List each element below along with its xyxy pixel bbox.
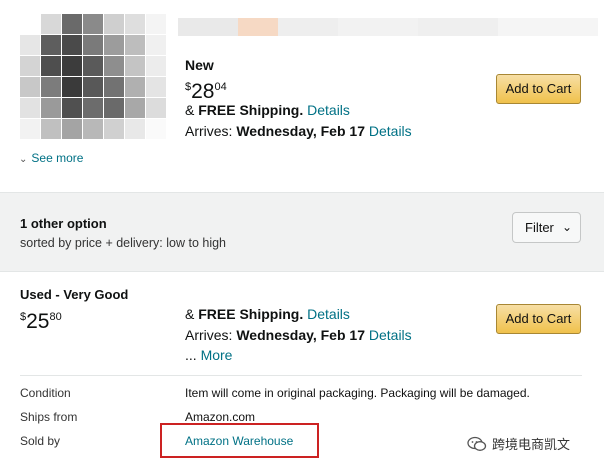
sold-by-label: Sold by: [20, 434, 61, 448]
arrives-label: Arrives:: [185, 327, 237, 343]
wechat-icon: [467, 436, 487, 451]
arrives-label: Arrives:: [185, 123, 237, 139]
more-line: ... More: [185, 347, 232, 363]
thumb-pixel: [20, 77, 40, 97]
arrives-date: Wednesday, Feb 17: [236, 123, 365, 139]
options-count: 1 other option: [20, 216, 107, 231]
thumb-pixel: [62, 77, 82, 97]
shipping-details-link[interactable]: Details: [307, 306, 350, 322]
filter-button[interactable]: Filter ⌄: [512, 212, 581, 243]
shipping-details-link[interactable]: Details: [307, 102, 350, 118]
arrival-details-link[interactable]: Details: [369, 123, 412, 139]
price-new: $2804: [185, 76, 227, 103]
thumb-pixel: [146, 77, 166, 97]
see-more-link[interactable]: See more: [31, 151, 83, 165]
thumb-pixel: [20, 14, 40, 34]
condition-value: Item will come in original packaging. Pa…: [185, 386, 530, 400]
thumb-pixel: [104, 14, 124, 34]
price-fraction: 80: [49, 311, 62, 323]
thumb-pixel: [104, 98, 124, 118]
thumb-pixel: [41, 35, 61, 55]
thumb-pixel: [146, 35, 166, 55]
more-link[interactable]: More: [201, 347, 233, 363]
free-shipping-label: FREE Shipping.: [198, 306, 304, 322]
product-image[interactable]: [20, 14, 166, 140]
thumb-pixel: [41, 119, 61, 139]
thumb-pixel: [83, 35, 103, 55]
arrives-date: Wednesday, Feb 17: [236, 327, 365, 343]
price-fraction: 04: [214, 81, 227, 93]
thumb-pixel: [104, 56, 124, 76]
other-options-header: 1 other option sorted by price + deliver…: [0, 192, 604, 272]
price-whole: 28: [191, 80, 215, 103]
chevron-down-icon: ⌄: [19, 154, 28, 165]
thumb-pixel: [146, 98, 166, 118]
price-whole: 25: [26, 310, 50, 333]
thumb-pixel: [62, 35, 82, 55]
thumb-pixel: [41, 14, 61, 34]
thumb-pixel: [104, 35, 124, 55]
thumb-pixel: [62, 119, 82, 139]
thumb-pixel: [83, 119, 103, 139]
thumb-pixel: [20, 35, 40, 55]
ships-from-value: Amazon.com: [185, 410, 256, 424]
more-prefix: ...: [185, 347, 201, 363]
watermark: 跨境电商凯文: [467, 434, 570, 453]
thumb-pixel: [62, 14, 82, 34]
arrival-details-link[interactable]: Details: [369, 327, 412, 343]
condition-used-label: Used - Very Good: [20, 287, 129, 302]
chevron-down-icon: ⌄: [561, 220, 572, 234]
thumb-pixel: [146, 119, 166, 139]
thumb-pixel: [41, 98, 61, 118]
watermark-text: 跨境电商凯文: [492, 437, 571, 452]
thumb-pixel: [83, 56, 103, 76]
thumb-pixel: [125, 77, 145, 97]
divider: [20, 375, 582, 376]
shipping-prefix: &: [185, 306, 199, 322]
product-title-blurred: [178, 18, 598, 54]
sold-by-seller-link[interactable]: Amazon Warehouse: [185, 434, 293, 448]
filter-label: Filter: [525, 220, 554, 235]
thumb-pixel: [41, 56, 61, 76]
shipping-line-new: & FREE Shipping. Details: [185, 101, 350, 119]
thumb-pixel: [20, 56, 40, 76]
ships-from-label: Ships from: [20, 410, 78, 424]
add-to-cart-button-new[interactable]: Add to Cart: [496, 74, 581, 104]
arrives-line-used: Arrives: Wednesday, Feb 17 Details: [185, 326, 412, 344]
thumb-pixel: [125, 56, 145, 76]
sort-description: sorted by price + delivery: low to high: [20, 236, 227, 250]
thumb-pixel: [20, 119, 40, 139]
thumb-pixel: [125, 98, 145, 118]
thumb-pixel: [83, 77, 103, 97]
condition-label: Condition: [20, 386, 71, 400]
thumb-pixel: [41, 77, 61, 97]
thumb-pixel: [104, 119, 124, 139]
add-to-cart-button-used[interactable]: Add to Cart: [496, 304, 581, 334]
thumb-pixel: [104, 77, 124, 97]
thumb-pixel: [62, 98, 82, 118]
price-used: $2580: [20, 306, 62, 333]
thumb-pixel: [20, 98, 40, 118]
thumb-pixel: [125, 119, 145, 139]
thumb-pixel: [146, 56, 166, 76]
thumb-pixel: [83, 98, 103, 118]
shipping-prefix: &: [185, 102, 199, 118]
shipping-line-used: & FREE Shipping. Details: [185, 305, 350, 323]
thumb-pixel: [125, 35, 145, 55]
arrives-line-new: Arrives: Wednesday, Feb 17 Details: [185, 122, 412, 140]
condition-new-label: New: [185, 57, 214, 73]
thumb-pixel: [146, 14, 166, 34]
thumb-pixel: [62, 56, 82, 76]
free-shipping-label: FREE Shipping.: [198, 102, 304, 118]
thumb-pixel: [83, 14, 103, 34]
thumb-pixel: [125, 14, 145, 34]
see-more-toggle[interactable]: ⌄ See more: [19, 151, 83, 165]
